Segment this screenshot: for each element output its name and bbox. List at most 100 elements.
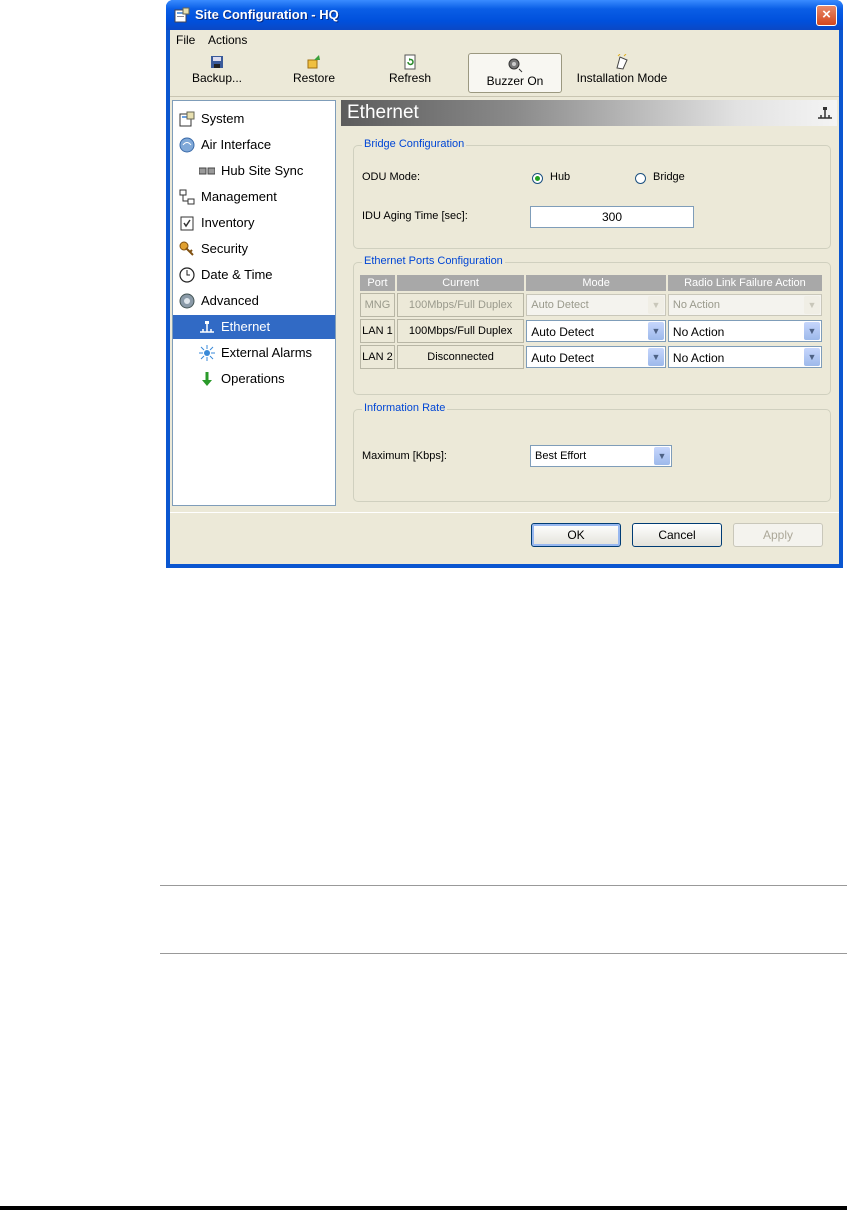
chevron-down-icon: ▼ (804, 296, 820, 314)
nav-date-time[interactable]: Date & Time (173, 263, 335, 287)
ethernet-ports-legend: Ethernet Ports Configuration (362, 255, 505, 267)
ethernet-icon (200, 321, 214, 333)
system-icon (179, 111, 195, 127)
navigation-tree: System Air Interface Hub Site Sync Manag… (172, 100, 336, 506)
information-rate-legend: Information Rate (362, 402, 448, 414)
mode-select[interactable]: Auto Detect ▼ (526, 320, 666, 342)
refresh-button[interactable]: Refresh (382, 54, 438, 92)
close-button[interactable]: × (816, 5, 837, 26)
hub-radio-label[interactable]: Hub (550, 171, 570, 183)
port-current: 100Mbps/Full Duplex (396, 319, 525, 343)
bridge-radio[interactable] (635, 173, 646, 184)
nav-label: Hub Site Sync (221, 163, 304, 178)
restore-label: Restore (292, 71, 336, 85)
mode-cell: Auto Detect ▼ (526, 293, 666, 317)
action-cell: No Action ▼ (667, 319, 822, 343)
security-icon (179, 241, 194, 256)
chevron-down-icon: ▼ (647, 296, 664, 314)
table-row: LAN 2 Disconnected Auto Detect ▼ No Actio… (360, 345, 822, 369)
nav-label: External Alarms (221, 345, 313, 360)
mode-select: Auto Detect ▼ (526, 294, 666, 316)
chevron-down-icon[interactable]: ▼ (647, 348, 664, 366)
clock-icon (179, 267, 195, 283)
action-cell: No Action ▼ (667, 345, 822, 369)
table-row: LAN 1 100Mbps/Full Duplex Auto Detect ▼ N… (360, 319, 822, 343)
nav-label: Operations (221, 371, 285, 386)
divider (160, 953, 847, 954)
page-bottom-rule (0, 1206, 847, 1210)
idu-aging-time-input[interactable]: 300 (530, 206, 694, 228)
panel-title: Ethernet (347, 102, 419, 123)
dialog-footer: OK Cancel Apply (170, 512, 839, 565)
chevron-down-icon[interactable]: ▼ (654, 447, 670, 465)
refresh-icon (404, 54, 416, 70)
chevron-down-icon[interactable]: ▼ (647, 322, 664, 340)
site-configuration-window: Site Configuration - HQ × File Actions B… (166, 0, 843, 568)
mode-value: Auto Detect (531, 325, 594, 339)
buzzer-label: Buzzer On (486, 74, 544, 88)
nav-label: Advanced (201, 293, 259, 308)
maximum-rate-label: Maximum [Kbps]: (362, 450, 447, 462)
ethernet-ports-group: Ethernet Ports Configuration Port Curren… (353, 255, 831, 395)
maximum-rate-select[interactable]: Best Effort ▼ (530, 445, 672, 467)
operations-icon (202, 372, 212, 386)
ethernet-icon (818, 107, 832, 119)
idu-aging-time-label: IDU Aging Time [sec]: (362, 210, 468, 222)
site-config-icon (174, 7, 190, 23)
port-current: 100Mbps/Full Duplex (396, 293, 525, 317)
restore-button[interactable]: Restore (286, 54, 342, 92)
nav-label: Air Interface (201, 137, 272, 152)
hub-radio[interactable] (532, 173, 543, 184)
failure-action-column-header: Radio Link Failure Action (667, 275, 822, 291)
backup-label: Backup... (191, 71, 243, 85)
backup-button[interactable]: Backup... (188, 54, 246, 92)
mode-cell: Auto Detect ▼ (526, 319, 666, 343)
installation-mode-button[interactable]: Installation Mode (570, 54, 674, 92)
nav-hub-site-sync[interactable]: Hub Site Sync (173, 159, 335, 183)
cancel-button[interactable]: Cancel (632, 523, 722, 547)
nav-label: Date & Time (201, 267, 273, 282)
failure-action-select[interactable]: No Action ▼ (667, 320, 822, 342)
mode-select[interactable]: Auto Detect ▼ (526, 346, 666, 368)
nav-air-interface[interactable]: Air Interface (173, 133, 335, 157)
nav-management[interactable]: Management (173, 185, 335, 209)
action-value: No Action (672, 351, 725, 365)
close-icon: × (822, 6, 831, 23)
information-rate-group: Information Rate Maximum [Kbps]: Best Ef… (353, 402, 831, 502)
nav-ethernet[interactable]: Ethernet (173, 315, 335, 339)
nav-operations[interactable]: Operations (173, 367, 335, 391)
failure-action-select: No Action ▼ (667, 294, 822, 316)
buzzer-on-button[interactable]: Buzzer On (468, 53, 562, 93)
hub-site-sync-icon (199, 167, 215, 175)
chevron-down-icon[interactable]: ▼ (804, 348, 820, 366)
port-column-header: Port (360, 275, 395, 291)
failure-action-select[interactable]: No Action ▼ (667, 346, 822, 368)
chevron-down-icon[interactable]: ▼ (804, 322, 820, 340)
refresh-label: Refresh (388, 71, 432, 85)
nav-label: Security (201, 241, 248, 256)
menu-file[interactable]: File (176, 33, 195, 47)
nav-security[interactable]: Security (173, 237, 335, 261)
nav-advanced[interactable]: Advanced (173, 289, 335, 313)
odu-mode-label: ODU Mode: (362, 171, 421, 183)
title-bar[interactable]: Site Configuration - HQ × (166, 0, 843, 30)
mode-value: Auto Detect (531, 351, 594, 365)
bridge-radio-label[interactable]: Bridge (653, 171, 685, 183)
divider (160, 885, 847, 886)
mode-value: Auto Detect (531, 299, 589, 311)
port-current: Disconnected (396, 345, 525, 369)
menu-bar: File Actions (170, 30, 839, 50)
bridge-configuration-group: Bridge Configuration ODU Mode: Hub Bridg… (353, 138, 831, 249)
nav-external-alarms[interactable]: External Alarms (173, 341, 335, 365)
apply-button[interactable]: Apply (733, 523, 823, 547)
action-value: No Action (672, 325, 725, 339)
menu-actions[interactable]: Actions (208, 33, 247, 47)
nav-system[interactable]: System (173, 107, 335, 131)
installation-mode-label: Installation Mode (576, 71, 668, 85)
nav-label: System (201, 111, 245, 126)
restore-icon (307, 55, 320, 69)
nav-inventory[interactable]: Inventory (173, 211, 335, 235)
ok-button[interactable]: OK (531, 523, 621, 547)
inventory-icon (180, 216, 194, 231)
ports-table: Port Current Mode Radio Link Failure Act… (358, 273, 824, 371)
